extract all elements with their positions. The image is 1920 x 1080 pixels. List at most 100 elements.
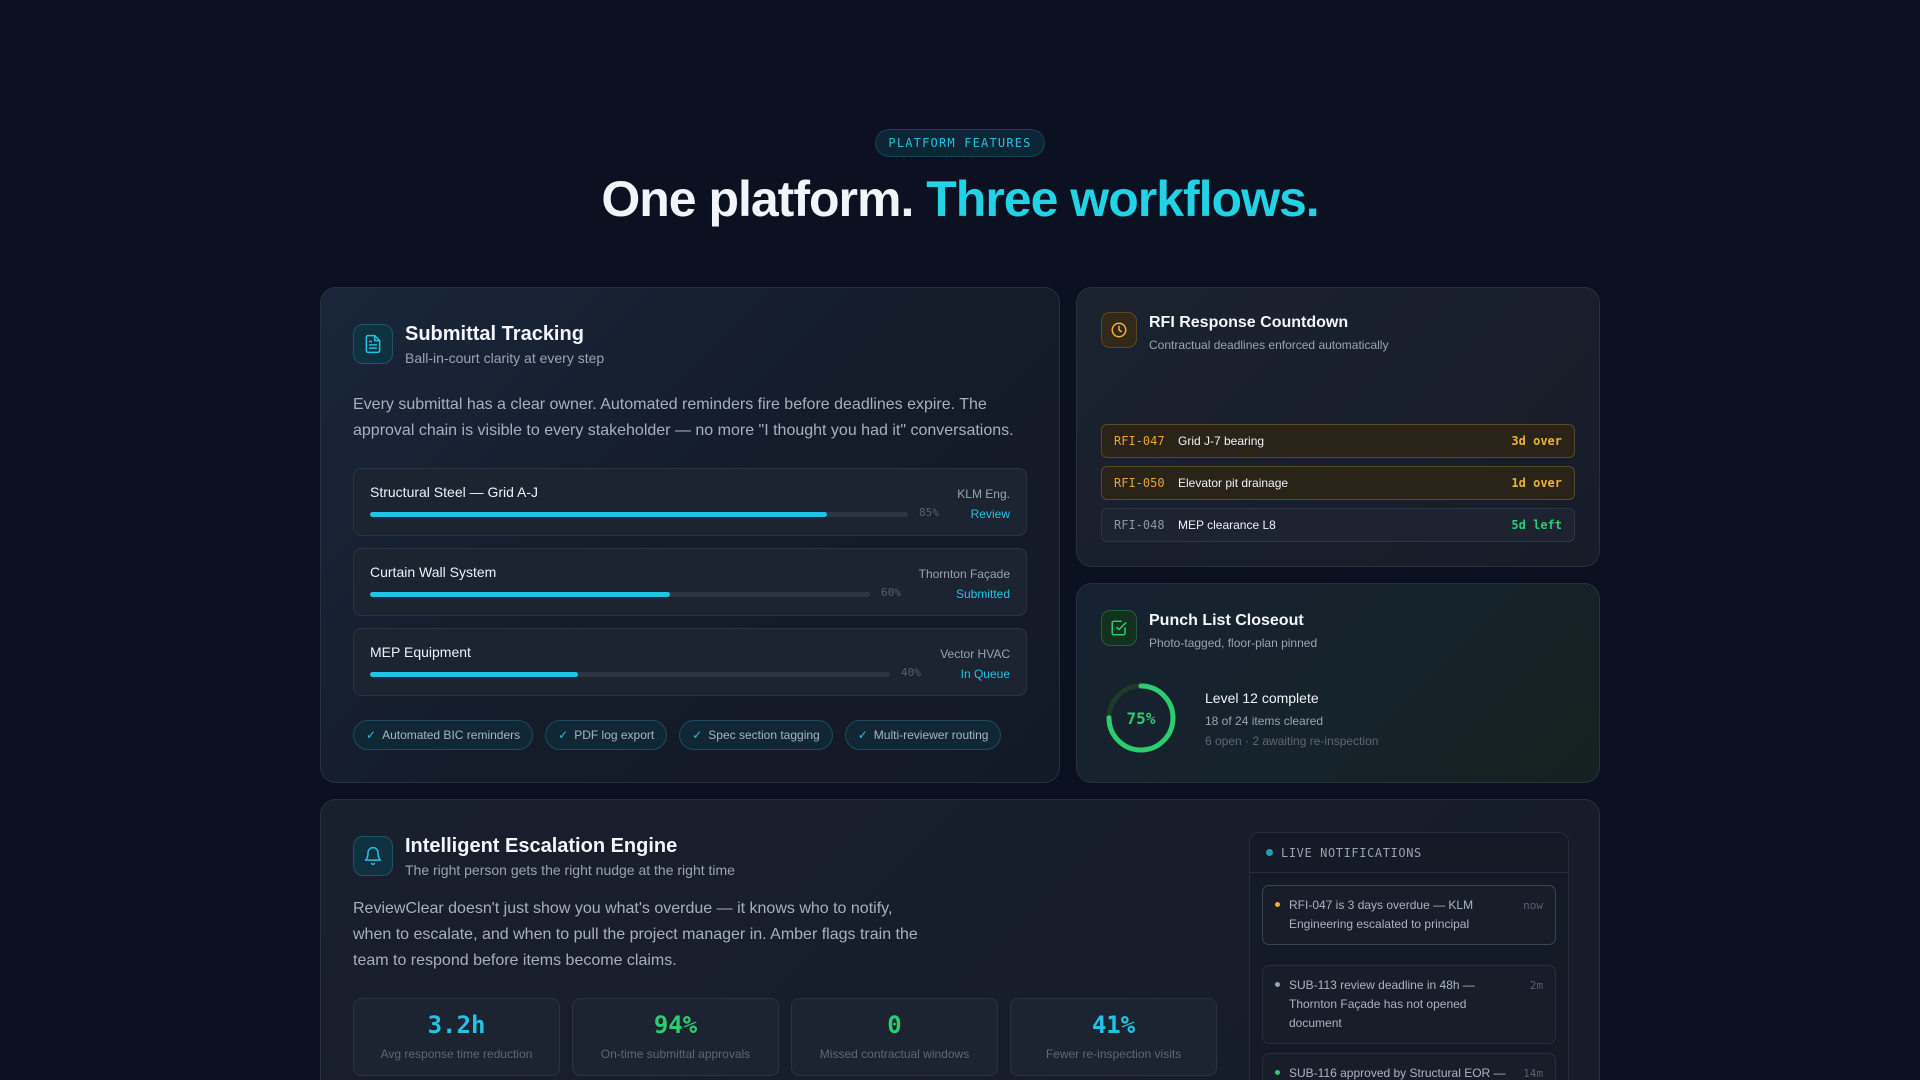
stat-value: 41% bbox=[1091, 1011, 1136, 1039]
submittal-owner: Thornton Façade bbox=[918, 567, 1010, 581]
rfi-row[interactable]: RFI-047 Grid J-7 bearing 3d over bbox=[1101, 424, 1575, 458]
submittal-name: MEP Equipment bbox=[370, 644, 471, 660]
rfi-row[interactable]: RFI-048 MEP clearance L8 5d left bbox=[1101, 508, 1575, 542]
notification-dot-icon bbox=[1275, 902, 1280, 907]
card-title: Punch List Closeout bbox=[1149, 612, 1304, 629]
notification-time: 14m bbox=[1523, 1067, 1543, 1080]
rfi-description: MEP clearance L8 bbox=[1178, 518, 1276, 532]
notification-text: SUB-116 approved by Structural EOR — mov… bbox=[1289, 1066, 1506, 1080]
progress-fill bbox=[370, 592, 670, 597]
stat-tile: 0 Missed contractual windows bbox=[791, 998, 998, 1076]
progress-percent: 60% bbox=[881, 586, 901, 599]
check-icon: ✓ bbox=[857, 728, 868, 742]
notification-item[interactable]: SUB-116 approved by Structural EOR — mov… bbox=[1262, 1053, 1556, 1080]
punch-cleared-count: 18 of 24 items cleared bbox=[1205, 714, 1324, 728]
stat-label: Fewer re-inspection visits bbox=[1045, 1047, 1182, 1061]
card-subtitle: Contractual deadlines enforced automatic… bbox=[1149, 338, 1389, 352]
card-description: ReviewClear doesn't just show you what's… bbox=[353, 900, 918, 969]
checkbox-icon bbox=[1101, 610, 1137, 646]
escalation-engine-card: Intelligent Escalation Engine The right … bbox=[320, 799, 1600, 1080]
headline-main: One platform. bbox=[601, 171, 914, 227]
progress-percent: 40% bbox=[901, 666, 921, 679]
rfi-row[interactable]: RFI-050 Elevator pit drainage 1d over bbox=[1101, 466, 1575, 500]
notifications-header-label: LIVE NOTIFICATIONS bbox=[1281, 845, 1422, 860]
feature-chip: ✓ PDF log export bbox=[545, 720, 668, 750]
feature-chip: ✓ Multi-reviewer routing bbox=[844, 720, 1002, 750]
feature-chip-label: Multi-reviewer routing bbox=[873, 728, 989, 742]
bell-icon bbox=[353, 836, 393, 876]
rfi-id: RFI-048 bbox=[1114, 518, 1165, 532]
notification-dot-icon bbox=[1275, 1070, 1280, 1075]
submittal-name: Structural Steel — Grid A-J bbox=[370, 484, 539, 500]
check-icon: ✓ bbox=[692, 728, 703, 742]
rfi-countdown: 3d over bbox=[1511, 434, 1562, 448]
notification-time: now bbox=[1523, 899, 1543, 912]
stat-value: 3.2h bbox=[427, 1011, 486, 1039]
stat-label: Avg response time reduction bbox=[380, 1047, 533, 1061]
punch-list-card: Punch List Closeout Photo-tagged, floor-… bbox=[1076, 583, 1600, 783]
rfi-id: RFI-047 bbox=[1114, 434, 1165, 448]
progress-fill bbox=[370, 672, 578, 677]
check-icon: ✓ bbox=[366, 728, 377, 742]
notification-text: RFI-047 is 3 days overdue — KLM Engineer… bbox=[1289, 898, 1474, 931]
notification-item[interactable]: RFI-047 is 3 days overdue — KLM Engineer… bbox=[1262, 885, 1556, 945]
rfi-id: RFI-050 bbox=[1114, 476, 1165, 490]
stat-tile: 3.2h Avg response time reduction bbox=[353, 998, 560, 1076]
stats-row: 3.2h Avg response time reduction 94% On-… bbox=[353, 998, 1217, 1076]
check-icon: ✓ bbox=[558, 728, 569, 742]
clock-icon bbox=[1101, 312, 1137, 348]
status-badge: Submitted bbox=[955, 587, 1010, 601]
rfi-description: Grid J-7 bearing bbox=[1178, 434, 1265, 448]
progress-ring-label: 75% bbox=[1126, 708, 1156, 728]
stat-tile: 41% Fewer re-inspection visits bbox=[1010, 998, 1217, 1076]
feature-chip: ✓ Spec section tagging bbox=[679, 720, 833, 750]
card-title: Intelligent Escalation Engine bbox=[405, 835, 678, 857]
rfi-description: Elevator pit drainage bbox=[1178, 476, 1289, 490]
progress-track bbox=[370, 512, 908, 517]
notification-text: SUB-113 review deadline in 48h — Thornto… bbox=[1289, 978, 1475, 1030]
document-icon bbox=[353, 324, 393, 364]
submittal-row[interactable]: Structural Steel — Grid A-J 85% KLM Eng.… bbox=[353, 468, 1027, 536]
rfi-countdown: 5d left bbox=[1511, 518, 1562, 532]
submittal-name: Curtain Wall System bbox=[370, 564, 497, 580]
punch-open-detail: 6 open · 2 awaiting re-inspection bbox=[1205, 734, 1379, 748]
card-title: Submittal Tracking bbox=[405, 323, 584, 345]
feature-chip-label: Automated BIC reminders bbox=[382, 728, 521, 742]
card-subtitle: Ball-in-court clarity at every step bbox=[405, 350, 605, 366]
status-badge: Review bbox=[970, 507, 1010, 521]
stat-label: Missed contractual windows bbox=[819, 1047, 970, 1061]
notifications-header: LIVE NOTIFICATIONS bbox=[1250, 833, 1568, 873]
feature-chips: ✓ Automated BIC reminders ✓ PDF log export… bbox=[353, 720, 1002, 750]
progress-percent: 85% bbox=[919, 506, 939, 519]
feature-chip-label: Spec section tagging bbox=[708, 728, 820, 742]
page-headline: One platform. Three workflows. bbox=[0, 170, 1920, 228]
notification-item[interactable]: SUB-113 review deadline in 48h — Thornto… bbox=[1262, 965, 1556, 1044]
status-badge: In Queue bbox=[960, 667, 1010, 681]
notification-dot-icon bbox=[1275, 982, 1280, 987]
progress-fill bbox=[370, 512, 828, 517]
feature-chip: ✓ Automated BIC reminders bbox=[353, 720, 534, 750]
card-title: RFI Response Countdown bbox=[1149, 314, 1349, 331]
submittal-row[interactable]: MEP Equipment 40% Vector HVAC In Queue bbox=[353, 628, 1027, 696]
stat-tile: 94% On-time submittal approvals bbox=[572, 998, 779, 1076]
live-notifications-panel: LIVE NOTIFICATIONS RFI-047 is 3 days ove… bbox=[1249, 832, 1569, 1080]
card-subtitle: Photo-tagged, floor-plan pinned bbox=[1149, 636, 1318, 650]
card-subtitle: The right person gets the right nudge at… bbox=[405, 862, 735, 878]
punch-level-title: Level 12 complete bbox=[1205, 690, 1319, 706]
card-description: Every submittal has a clear owner. Autom… bbox=[353, 396, 1014, 439]
submittal-row[interactable]: Curtain Wall System 60% Thornton Façade … bbox=[353, 548, 1027, 616]
eyebrow-wrap: PLATFORM FEATURES bbox=[0, 129, 1920, 157]
notification-time: 2m bbox=[1529, 979, 1543, 992]
stat-value: 94% bbox=[653, 1011, 698, 1039]
stat-label: On-time submittal approvals bbox=[600, 1047, 751, 1061]
progress-track bbox=[370, 592, 870, 597]
feature-chip-label: PDF log export bbox=[574, 728, 655, 742]
rfi-countdown: 1d over bbox=[1511, 476, 1562, 490]
rfi-countdown-card: RFI Response Countdown Contractual deadl… bbox=[1076, 287, 1600, 567]
progress-track bbox=[370, 672, 890, 677]
submittal-owner: KLM Eng. bbox=[957, 487, 1010, 501]
submittal-tracking-card: Submittal Tracking Ball-in-court clarity… bbox=[320, 287, 1060, 783]
headline-accent: Three workflows. bbox=[926, 171, 1319, 227]
stat-value: 0 bbox=[887, 1011, 902, 1039]
platform-features-badge: PLATFORM FEATURES bbox=[875, 129, 1045, 157]
